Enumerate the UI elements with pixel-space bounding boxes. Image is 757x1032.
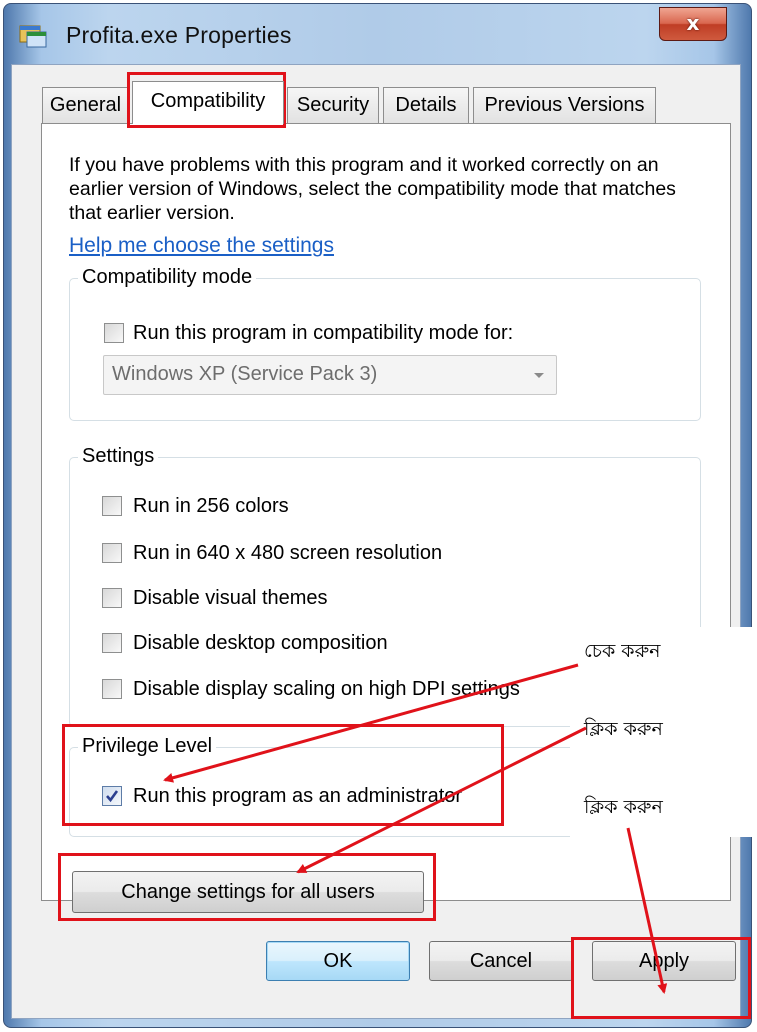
chevron-down-icon xyxy=(534,373,544,378)
app-window-icon xyxy=(19,25,47,48)
help-me-choose-link[interactable]: Help me choose the settings xyxy=(69,234,334,258)
highlight-change-settings xyxy=(58,853,436,921)
disable-desktop-composition-label: Disable desktop composition xyxy=(133,632,388,654)
tab-security[interactable]: Security xyxy=(287,87,379,123)
tab-security-label: Security xyxy=(296,94,370,116)
settings-legend: Settings xyxy=(78,444,159,468)
title-bar[interactable]: Profita.exe Properties x xyxy=(4,4,751,64)
tab-previous-versions[interactable]: Previous Versions xyxy=(473,87,656,123)
disable-visual-themes-checkbox[interactable] xyxy=(102,588,122,608)
tab-details-label: Details xyxy=(395,94,457,116)
tab-compatibility-label: Compatibility xyxy=(150,90,266,112)
tab-general-label: General xyxy=(49,94,122,116)
close-icon: x xyxy=(686,11,700,35)
disable-dpi-scaling-checkbox[interactable] xyxy=(102,679,122,699)
highlight-privilege-level xyxy=(62,724,504,826)
run-256-colors-checkbox[interactable] xyxy=(102,496,122,516)
annotation-note-click-2: ক্লিক করুন xyxy=(582,790,665,824)
compatibility-mode-legend: Compatibility mode xyxy=(78,265,257,289)
run-256-colors-label: Run in 256 colors xyxy=(133,495,289,517)
intro-text: If you have problems with this program a… xyxy=(69,154,676,224)
disable-visual-themes-label: Disable visual themes xyxy=(133,587,328,609)
compatibility-mode-group: Compatibility mode xyxy=(69,265,701,421)
close-button[interactable]: x xyxy=(659,7,727,41)
tab-general[interactable]: General xyxy=(42,87,129,123)
highlight-apply xyxy=(571,937,751,1019)
ok-button[interactable]: OK xyxy=(266,941,410,981)
run-640x480-checkbox[interactable] xyxy=(102,543,122,563)
annotation-note-click-1: ক্লিক করুন xyxy=(582,712,665,746)
cancel-button[interactable]: Cancel xyxy=(429,941,573,981)
window-title: Profita.exe Properties xyxy=(66,22,292,48)
tab-previous-versions-label: Previous Versions xyxy=(484,94,645,116)
disable-dpi-scaling-label: Disable display scaling on high DPI sett… xyxy=(133,678,520,700)
os-version-value: Windows XP (Service Pack 3) xyxy=(112,363,378,385)
disable-desktop-composition-checkbox[interactable] xyxy=(102,633,122,653)
annotation-note-check: চেক করুন xyxy=(582,634,663,668)
os-version-select[interactable]: Windows XP (Service Pack 3) xyxy=(103,355,557,395)
compatibility-mode-label: Run this program in compatibility mode f… xyxy=(133,322,514,344)
tab-details[interactable]: Details xyxy=(383,87,469,123)
compatibility-mode-checkbox[interactable] xyxy=(104,323,124,343)
tab-compatibility[interactable]: Compatibility xyxy=(132,81,284,124)
run-640x480-label: Run in 640 x 480 screen resolution xyxy=(133,542,443,564)
